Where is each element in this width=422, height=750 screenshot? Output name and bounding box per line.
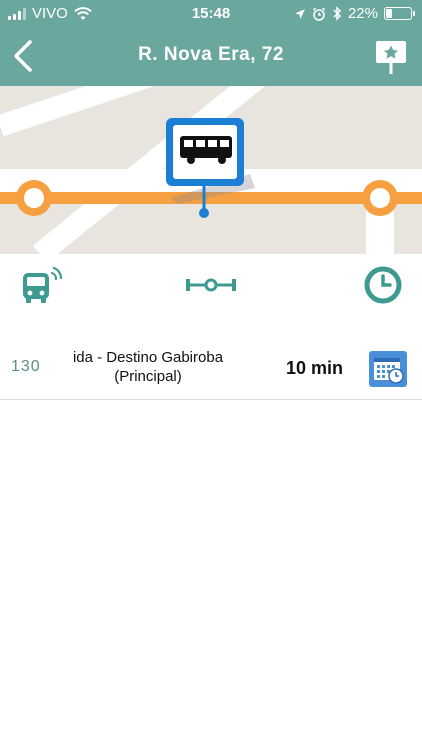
bluetooth-icon (333, 6, 342, 21)
map-canvas (0, 86, 422, 254)
chevron-left-icon[interactable] (10, 38, 40, 74)
route-number: 130 (11, 358, 41, 375)
map-view[interactable] (0, 86, 422, 254)
status-bar: VIVO 15:48 22% (0, 0, 422, 28)
bookmark-star-icon[interactable] (374, 38, 408, 76)
top-bar: VIVO 15:48 22% R. Nova Era, 72 (0, 0, 422, 86)
location-arrow-icon (294, 8, 305, 19)
arrival-time: 10 min (286, 358, 344, 378)
calendar-clock-icon[interactable] (369, 351, 407, 387)
battery-percent: 22% (347, 5, 378, 22)
page-title: R. Nova Era, 72 (138, 44, 284, 65)
route-destination: ida - Destino Gabiroba (Principal) (72, 349, 224, 385)
icon-bar (0, 254, 422, 316)
bus-realtime-icon[interactable] (20, 264, 64, 306)
clock-icon[interactable] (362, 264, 404, 306)
alarm-icon (312, 7, 326, 21)
distance-icon[interactable] (185, 264, 237, 306)
battery-icon (384, 7, 415, 20)
nav-header: R. Nova Era, 72 (0, 28, 422, 86)
list-item[interactable]: 130 ida - Destino Gabiroba (Principal) 1… (0, 334, 422, 400)
